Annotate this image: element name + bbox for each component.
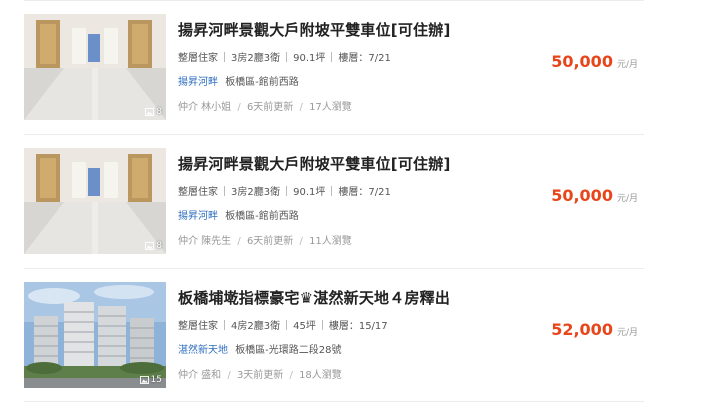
divider [331, 51, 333, 62]
agent-name: 仲介 陳先生 [178, 236, 232, 247]
separator: / [299, 236, 303, 247]
divider [24, 134, 644, 135]
separator: / [289, 370, 293, 381]
listing-price: 50,000 元/月 [551, 186, 638, 205]
separator: / [227, 370, 231, 381]
building-photo-image [24, 282, 166, 388]
photo-count-badge: 8 [145, 107, 162, 117]
divider [224, 319, 225, 330]
interior-photo-image [24, 148, 166, 254]
photo-count: 8 [156, 241, 162, 251]
price-value: 52,000 [551, 320, 613, 339]
address-text: 板橋區-館前西路 [225, 211, 299, 222]
spec-floor: 樓層：7/21 [338, 187, 391, 198]
address-text: 板橋區-光環路二段28號 [235, 345, 342, 356]
listing-address: 揚昇河畔 板橋區-館前西路 [178, 207, 299, 222]
divider [331, 185, 333, 196]
divider [286, 185, 288, 196]
price-unit: 元/月 [616, 60, 638, 70]
image-icon [139, 376, 149, 384]
divider [24, 0, 644, 1]
price-value: 50,000 [551, 186, 613, 205]
listing-card[interactable]: 8 揚昇河畔景觀大戶附坡平雙車位[可住辦] 整層住家 3房2廳3衛 90.1坪 … [24, 0, 644, 134]
listing-price: 52,000 元/月 [551, 320, 638, 339]
listing-meta: 仲介 陳先生 / 6天前更新 / 11人瀏覽 [178, 232, 352, 247]
view-count: 18人瀏覽 [299, 370, 342, 381]
listing-address: 湛然新天地 板橋區-光環路二段28號 [178, 341, 342, 356]
address-text: 板橋區-館前西路 [225, 77, 299, 88]
spec-area: 45坪 [293, 321, 316, 332]
separator: / [237, 102, 241, 113]
updated-time: 6天前更新 [246, 236, 294, 247]
separator: / [299, 102, 303, 113]
listing-meta: 仲介 林小姐 / 6天前更新 / 17人瀏覽 [178, 98, 352, 113]
spec-area: 90.1坪 [293, 187, 326, 198]
listing-title[interactable]: 板橋埔墘指標豪宅♛湛然新天地４房釋出 [178, 287, 450, 308]
photo-count: 15 [150, 375, 162, 385]
view-count: 17人瀏覽 [309, 102, 352, 113]
separator: / [237, 236, 241, 247]
updated-time: 3天前更新 [236, 370, 284, 381]
divider [286, 51, 288, 62]
divider [224, 185, 225, 196]
listing-specs: 整層住家 4房2廳3衛 45坪 樓層：15/17 [178, 317, 388, 332]
divider [224, 51, 225, 62]
spec-area: 90.1坪 [293, 53, 326, 64]
listing-specs: 整層住家 3房2廳3衛 90.1坪 樓層：7/21 [178, 49, 391, 64]
listing-meta: 仲介 盛和 / 3天前更新 / 18人瀏覽 [178, 366, 342, 381]
divider [24, 268, 644, 269]
listing-photo[interactable]: 8 [24, 14, 166, 120]
listing-card[interactable]: 15 板橋埔墘指標豪宅♛湛然新天地４房釋出 整層住家 4房2廳3衛 45坪 樓層… [24, 268, 644, 402]
listing-photo[interactable]: 8 [24, 148, 166, 254]
listing-photo[interactable]: 15 [24, 282, 166, 388]
photo-count-badge: 15 [139, 375, 162, 385]
listing-address: 揚昇河畔 板橋區-館前西路 [178, 73, 299, 88]
spec-layout: 4房2廳3衛 [231, 321, 281, 332]
image-icon [145, 108, 155, 116]
divider [24, 401, 644, 402]
spec-layout: 3房2廳3衛 [231, 53, 281, 64]
community-link[interactable]: 湛然新天地 [178, 345, 228, 356]
listing-card[interactable]: 8 揚昇河畔景觀大戶附坡平雙車位[可住辦] 整層住家 3房2廳3衛 90.1坪 … [24, 134, 644, 268]
community-link[interactable]: 揚昇河畔 [178, 77, 218, 88]
listing-price: 50,000 元/月 [551, 52, 638, 71]
view-count: 11人瀏覽 [309, 236, 352, 247]
spec-floor: 樓層：15/17 [328, 321, 388, 332]
divider [321, 319, 323, 330]
spec-layout: 3房2廳3衛 [231, 187, 281, 198]
spec-type: 整層住家 [178, 53, 218, 64]
divider [286, 319, 288, 330]
agent-name: 仲介 林小姐 [178, 102, 232, 113]
photo-count-badge: 8 [145, 241, 162, 251]
price-value: 50,000 [551, 52, 613, 71]
interior-photo-image [24, 14, 166, 120]
community-link[interactable]: 揚昇河畔 [178, 211, 218, 222]
price-unit: 元/月 [616, 194, 638, 204]
listing-title[interactable]: 揚昇河畔景觀大戶附坡平雙車位[可住辦] [178, 153, 451, 174]
price-unit: 元/月 [616, 328, 638, 338]
agent-name: 仲介 盛和 [178, 370, 222, 381]
updated-time: 6天前更新 [246, 102, 294, 113]
listing-specs: 整層住家 3房2廳3衛 90.1坪 樓層：7/21 [178, 183, 391, 198]
spec-type: 整層住家 [178, 321, 218, 332]
spec-type: 整層住家 [178, 187, 218, 198]
spec-floor: 樓層：7/21 [338, 53, 391, 64]
listing-title[interactable]: 揚昇河畔景觀大戶附坡平雙車位[可住辦] [178, 19, 451, 40]
image-icon [145, 242, 155, 250]
photo-count: 8 [156, 107, 162, 117]
